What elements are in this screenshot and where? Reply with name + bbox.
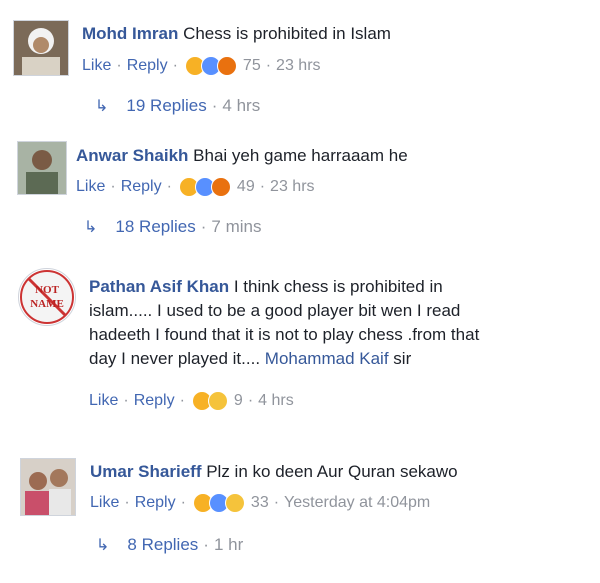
- like-button[interactable]: Like: [90, 494, 119, 512]
- comment-text: I think chess is prohibited in: [233, 277, 443, 296]
- reply-button[interactable]: Reply: [121, 178, 162, 196]
- separator: ·: [247, 392, 254, 409]
- separator: ·: [172, 57, 178, 74]
- separator: ·: [180, 494, 186, 511]
- author-name[interactable]: Anwar Shaikh: [76, 146, 188, 165]
- like-button[interactable]: Like: [89, 392, 118, 410]
- avatar-image: [21, 459, 75, 515]
- avatar[interactable]: NOT NAME: [18, 268, 76, 326]
- timestamp[interactable]: 23 hrs: [270, 178, 314, 196]
- separator: ·: [124, 494, 130, 511]
- separator: ·: [203, 535, 209, 554]
- reaction-count[interactable]: 49: [237, 178, 255, 196]
- reactions[interactable]: [191, 391, 228, 411]
- sad-icon: [224, 493, 245, 513]
- replies-time: 7 mins: [211, 217, 262, 236]
- reply-arrow-icon: ↳: [95, 98, 109, 115]
- replies-count[interactable]: 18 Replies: [115, 217, 195, 237]
- angry-icon: [210, 177, 231, 197]
- timestamp[interactable]: 4 hrs: [258, 392, 294, 410]
- reply-arrow-icon: ↳: [84, 219, 98, 236]
- separator: ·: [273, 494, 280, 511]
- not-name-logo: NOT NAME: [20, 270, 74, 324]
- comment-actions: Like · Reply · 33 · Yesterday at 4:04pm: [90, 493, 430, 513]
- comment-text: Chess is prohibited in Islam: [183, 24, 391, 43]
- timestamp[interactable]: Yesterday at 4:04pm: [284, 494, 430, 512]
- comment-actions: Like · Reply · 75 · 23 hrs: [82, 56, 321, 76]
- reaction-count[interactable]: 75: [243, 57, 261, 75]
- angry-icon: [216, 56, 237, 76]
- reactions[interactable]: [192, 493, 245, 513]
- separator: ·: [123, 392, 129, 409]
- reaction-count[interactable]: 33: [251, 494, 269, 512]
- reply-button[interactable]: Reply: [135, 494, 176, 512]
- separator: ·: [200, 217, 207, 236]
- comment-body: Umar Sharieff Plz in ko deen Aur Quran s…: [90, 460, 590, 484]
- separator: ·: [179, 392, 185, 409]
- mention-link[interactable]: Mohammad Kaif: [265, 349, 389, 368]
- avatar[interactable]: [13, 20, 69, 76]
- svg-text:NAME: NAME: [30, 298, 64, 310]
- comment-body: Mohd Imran Chess is prohibited in Islam: [82, 22, 592, 46]
- separator: ·: [259, 178, 266, 195]
- comment-actions: Like · Reply · 9 · 4 hrs: [89, 391, 294, 411]
- author-name[interactable]: Umar Sharieff: [90, 462, 201, 481]
- separator: ·: [116, 57, 122, 74]
- replies-link[interactable]: ↳ 8 Replies · 1 hr: [96, 535, 243, 555]
- svg-text:NOT: NOT: [35, 284, 60, 296]
- author-name[interactable]: Pathan Asif Khan: [89, 277, 229, 296]
- separator: ·: [211, 96, 218, 115]
- like-button[interactable]: Like: [76, 178, 105, 196]
- timestamp[interactable]: 23 hrs: [276, 57, 320, 75]
- avatar[interactable]: [20, 458, 76, 516]
- replies-link[interactable]: ↳ 18 Replies · 7 mins: [84, 217, 261, 237]
- separator: ·: [166, 178, 172, 195]
- replies-time: 1 hr: [213, 535, 244, 554]
- comment-text: hadeeth I found that it is not to play c…: [89, 325, 480, 344]
- reactions[interactable]: [178, 177, 231, 197]
- replies-count[interactable]: 19 Replies: [126, 96, 206, 116]
- replies-count[interactable]: 8 Replies: [127, 535, 198, 555]
- avatar-image: [14, 21, 68, 75]
- author-name[interactable]: Mohd Imran: [82, 24, 178, 43]
- comment-actions: Like · Reply · 49 · 23 hrs: [76, 177, 315, 197]
- like-button[interactable]: Like: [82, 57, 111, 75]
- sad-icon: [207, 391, 228, 411]
- reaction-count[interactable]: 9: [234, 392, 243, 410]
- reply-arrow-icon: ↳: [96, 537, 110, 554]
- comment-text: islam..... I used to be a good player bi…: [89, 301, 461, 320]
- comment-text: sir: [393, 349, 412, 368]
- comment-text: day I never played it....: [89, 349, 261, 368]
- comment-body: Pathan Asif Khan I think chess is prohib…: [89, 275, 589, 371]
- comment-text: Plz in ko deen Aur Quran sekawo: [206, 462, 458, 481]
- replies-link[interactable]: ↳ 19 Replies · 4 hrs: [95, 96, 260, 116]
- reply-button[interactable]: Reply: [127, 57, 168, 75]
- separator: ·: [265, 57, 272, 74]
- reply-button[interactable]: Reply: [134, 392, 175, 410]
- comment-body: Anwar Shaikh Bhai yeh game harraaam he: [76, 144, 591, 168]
- separator: ·: [110, 178, 116, 195]
- avatar[interactable]: [17, 141, 67, 195]
- comment-text: Bhai yeh game harraaam he: [193, 146, 408, 165]
- replies-time: 4 hrs: [222, 96, 261, 115]
- avatar-image: [18, 142, 66, 194]
- reactions[interactable]: [184, 56, 237, 76]
